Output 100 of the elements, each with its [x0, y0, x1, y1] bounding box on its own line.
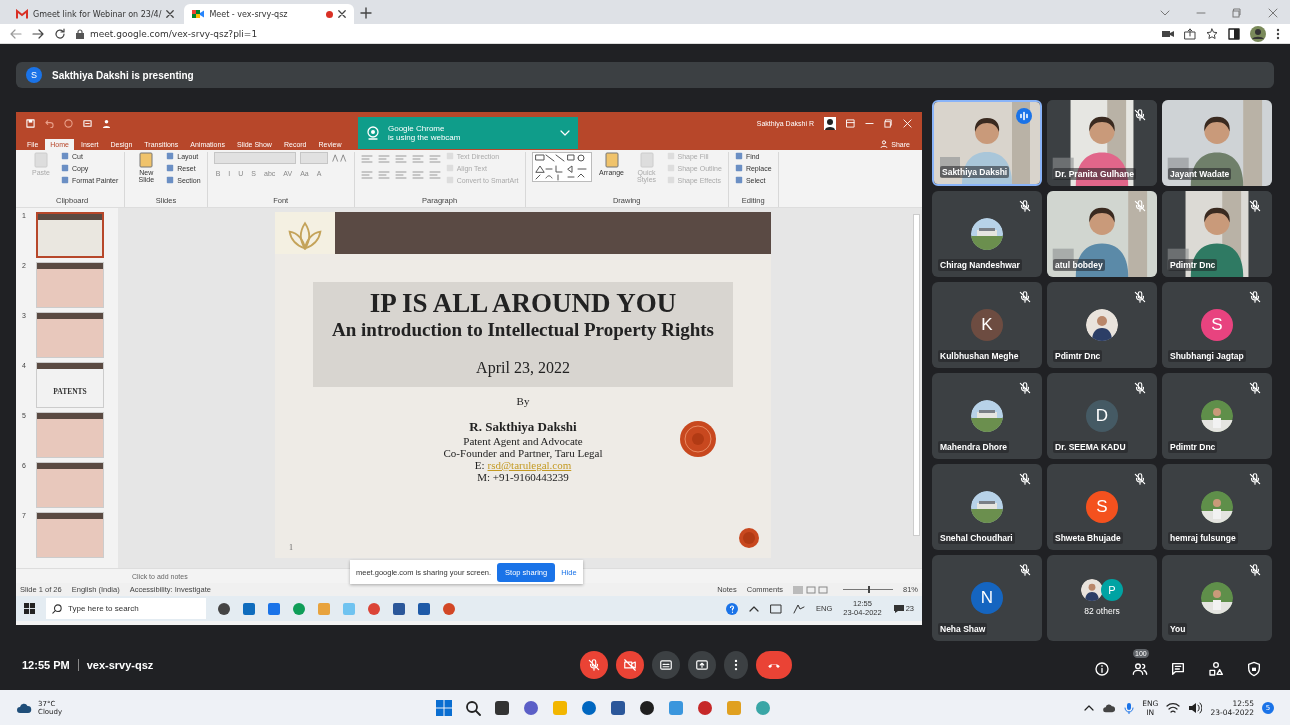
app-icon[interactable]	[610, 699, 626, 716]
cloud-icon[interactable]	[1102, 702, 1117, 713]
restore-icon[interactable]	[1232, 8, 1242, 18]
participant-name: Jayant Wadate	[1168, 168, 1232, 180]
participant-tile[interactable]: Mahendra Dhore	[932, 373, 1042, 459]
microphone-icon[interactable]	[1124, 701, 1135, 714]
forward-icon[interactable]	[32, 27, 44, 40]
participant-tile[interactable]: Pdimtr Dnc	[1162, 191, 1272, 277]
video-call-icon	[192, 9, 205, 19]
participant-name: Shubhangi Jagtap	[1168, 350, 1246, 362]
participant-tile[interactable]: Dr. Pranita Gulhane	[1047, 100, 1157, 186]
font-size-icon[interactable]	[331, 154, 348, 162]
chevron-up-icon[interactable]	[749, 604, 759, 613]
close-icon[interactable]	[338, 10, 347, 18]
chevron-down-icon[interactable]	[560, 130, 570, 136]
phone-hang-up-button[interactable]	[756, 651, 792, 679]
new-tab-icon[interactable]	[360, 7, 373, 19]
display-icon[interactable]	[770, 603, 782, 614]
help-icon[interactable]	[726, 602, 738, 615]
slide-text: E:	[474, 458, 485, 471]
back-icon[interactable]	[10, 27, 22, 40]
restore-icon[interactable]	[884, 119, 893, 128]
participant-tile[interactable]: Pdimtr Dnc	[1047, 282, 1157, 368]
slide-text: By	[516, 394, 530, 407]
seal-icon	[679, 420, 717, 458]
participant-tile[interactable]: S Shweta Bhujade	[1047, 464, 1157, 550]
participant-tile[interactable]: Snehal Choudhari	[932, 464, 1042, 550]
search-icon[interactable]	[465, 699, 481, 716]
captions-icon	[659, 658, 673, 672]
participant-name: Pdimtr Dnc	[1168, 259, 1218, 271]
participant-tile[interactable]: Jayant Wadate	[1162, 100, 1272, 186]
wifi-icon[interactable]	[1166, 701, 1181, 714]
participant-tile[interactable]: Sakthiya Dakshi	[932, 100, 1042, 186]
search-field[interactable]: Type here to search	[46, 598, 206, 619]
slide-thumbnail[interactable]	[36, 212, 104, 258]
share-icon[interactable]	[1184, 27, 1196, 40]
webcam-icon	[366, 126, 380, 140]
participant-name: atul bobdey	[1053, 259, 1105, 271]
star-icon[interactable]	[1206, 27, 1218, 40]
seal-icon	[739, 528, 759, 548]
present-screen-button[interactable]	[688, 651, 716, 679]
chevron-down-icon[interactable]	[1160, 8, 1170, 18]
meeting-time: 12:55 PM	[22, 659, 70, 671]
notification-title: Google Chrome	[388, 124, 446, 133]
participant-tile[interactable]: N Neha Shaw	[932, 555, 1042, 641]
participant-tile[interactable]: hemraj fulsunge	[1162, 464, 1272, 550]
camera-off-button[interactable]	[616, 651, 644, 679]
shapes-gallery-icon[interactable]	[531, 152, 592, 182]
captions-button[interactable]	[652, 651, 680, 679]
presenting-notice: Sakthiya Dakshi is presenting	[52, 69, 194, 81]
shield-lock-icon	[1246, 661, 1262, 677]
participant-tile[interactable]: K Kulbhushan Meghe	[932, 282, 1042, 368]
side-panel-icon[interactable]	[1228, 27, 1240, 40]
person-icon[interactable]	[102, 119, 111, 128]
volume-icon[interactable]	[1188, 701, 1203, 714]
close-icon[interactable]	[166, 10, 175, 18]
menu-icon[interactable]	[1276, 27, 1280, 40]
start-icon[interactable]	[24, 603, 35, 614]
participant-tile[interactable]: P 82 others	[1047, 555, 1157, 641]
person-icon	[880, 140, 889, 148]
participant-tile[interactable]: D Dr. SEEMA KADU	[1047, 373, 1157, 459]
avatar: N	[971, 582, 1003, 614]
slide-text: Patent Agent and Advocate	[463, 434, 583, 447]
avatar: D	[1086, 400, 1118, 432]
avatar: K	[971, 309, 1003, 341]
meeting-code: vex-srvy-qsz	[86, 659, 154, 671]
slide-text: M: +91-9160443239	[477, 470, 569, 483]
browser-tab[interactable]: Meet - vex-srvy-qsz	[184, 4, 355, 24]
ribbon-display-icon[interactable]	[846, 119, 855, 128]
avatar: S	[1086, 491, 1118, 523]
participant-tile[interactable]: Chirag Nandeshwar	[932, 191, 1042, 277]
pen-icon[interactable]	[793, 603, 805, 614]
app-icon[interactable]	[639, 699, 655, 716]
profile-avatar-icon[interactable]	[1250, 25, 1266, 42]
info-icon	[1094, 661, 1110, 677]
start-icon[interactable]	[436, 699, 452, 716]
camera-off-icon	[623, 658, 637, 672]
participant-tile[interactable]: atul bobdey	[1047, 191, 1157, 277]
participant-tile[interactable]: Pdimtr Dnc	[1162, 373, 1272, 459]
cloud-icon[interactable]	[16, 701, 32, 714]
chevron-up-icon[interactable]	[1084, 703, 1095, 712]
address-bar[interactable]: meet.google.com/vex-srvy-qsz?pli=1	[76, 28, 258, 39]
slide-subtitle: An introduction to Intellectual Property Rights	[331, 319, 715, 341]
save-icon[interactable]	[26, 119, 35, 128]
font-name-field[interactable]	[213, 152, 296, 164]
participant-tile[interactable]: S Shubhangi Jagtap	[1162, 282, 1272, 368]
scroll-bar[interactable]	[913, 214, 920, 536]
command-icon	[603, 152, 620, 168]
user-avatar-icon[interactable]	[824, 117, 836, 130]
participant-name: Dr. Pranita Gulhane	[1053, 168, 1136, 180]
lock-icon	[76, 28, 84, 39]
font-size-field[interactable]	[299, 152, 328, 164]
reload-icon[interactable]	[54, 27, 66, 40]
participant-name: Pdimtr Dnc	[1168, 441, 1218, 453]
browser-tab[interactable]: Gmeet link for Webinar on 23/4/	[8, 4, 183, 24]
camera-icon[interactable]	[1162, 28, 1174, 39]
participant-name: Mahendra Dhore	[938, 441, 1010, 453]
undo-icon[interactable]	[45, 119, 54, 128]
microphone-off-button[interactable]	[580, 651, 608, 679]
participant-tile[interactable]: You	[1162, 555, 1272, 641]
